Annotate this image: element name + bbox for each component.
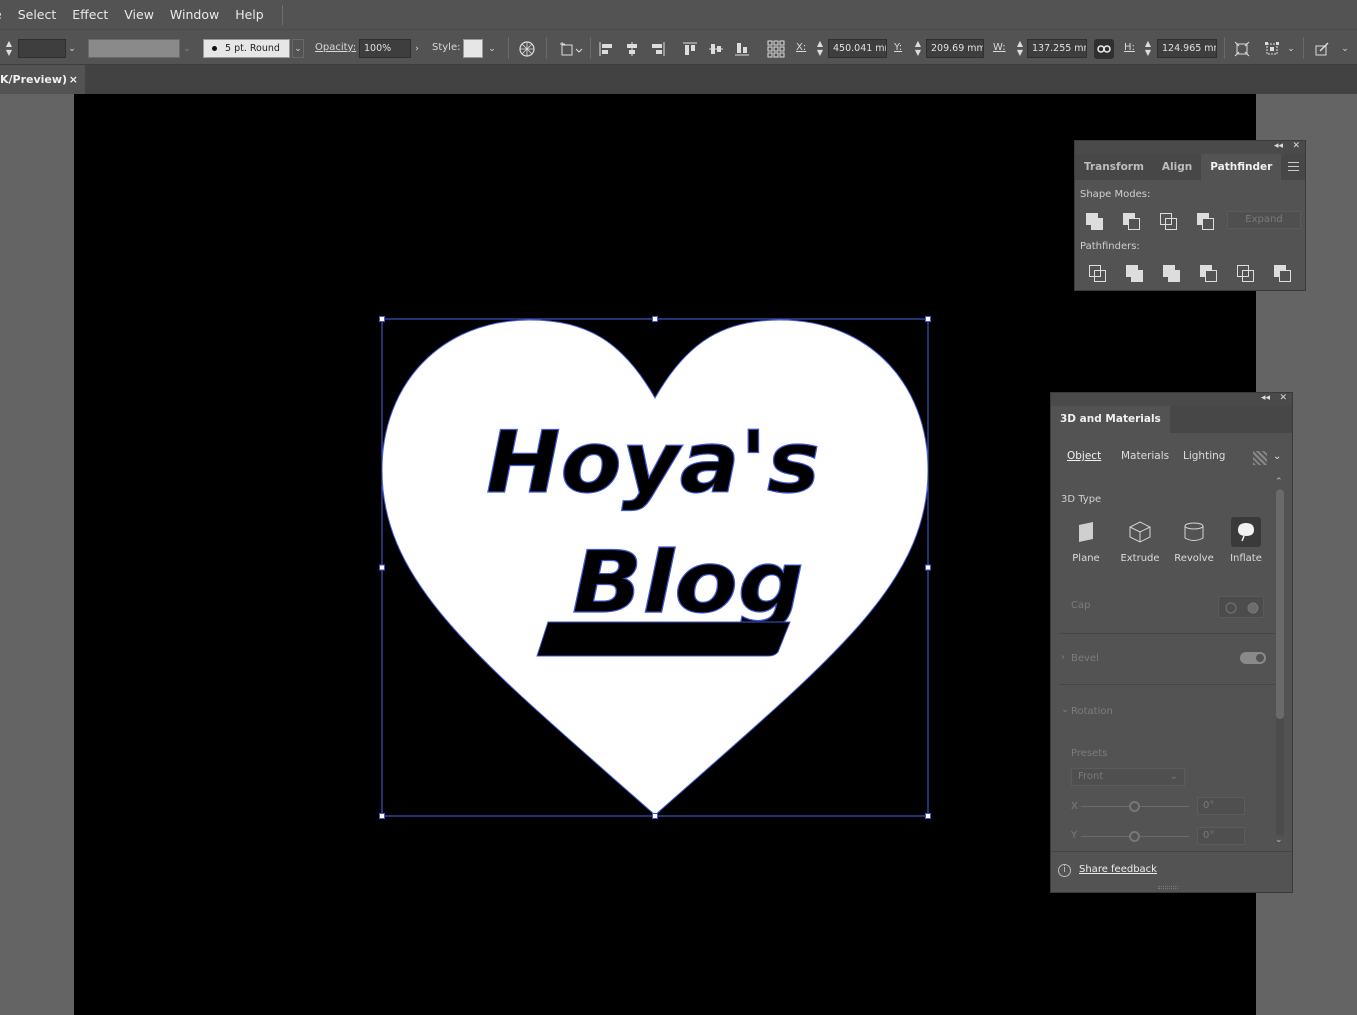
outline-icon[interactable] xyxy=(1237,265,1254,282)
rotation-x-value: 0° xyxy=(1203,800,1215,811)
type-plane-label: Plane xyxy=(1072,553,1100,564)
rotation-x-input[interactable]: 0° xyxy=(1197,797,1245,815)
panel-resize-grip[interactable] xyxy=(1158,886,1178,889)
bevel-expand-icon[interactable]: › xyxy=(1061,652,1065,663)
collapse-panel-icon[interactable]: ◂◂ xyxy=(1261,393,1270,403)
type-revolve-label: Revolve xyxy=(1174,553,1214,564)
pathfinder-panel: ◂◂ ✕ Transform Align Pathfinder Shape Mo… xyxy=(1074,140,1306,291)
type-extrude[interactable]: Extrude xyxy=(1120,517,1160,564)
trim-icon[interactable] xyxy=(1126,265,1143,282)
panel-tabs: Transform Align Pathfinder xyxy=(1075,154,1305,180)
divide-icon[interactable] xyxy=(1089,265,1106,282)
type-extrude-label: Extrude xyxy=(1120,553,1160,564)
presets-chevron-icon: ⌄ xyxy=(1169,771,1178,782)
plane-icon xyxy=(1071,517,1101,547)
type-inflate[interactable]: Inflate xyxy=(1226,517,1266,564)
logo-underline-bar xyxy=(536,621,791,657)
panel-tabs: 3D and Materials xyxy=(1051,406,1292,433)
panel-header: ◂◂ ✕ xyxy=(1051,393,1292,406)
expand-button[interactable]: Expand xyxy=(1227,211,1301,229)
scroll-down-icon[interactable]: ⌄ xyxy=(1275,835,1283,845)
crop-icon[interactable] xyxy=(1200,265,1217,282)
rotation-x-slider-thumb[interactable] xyxy=(1129,801,1140,812)
tab-3d-and-materials[interactable]: 3D and Materials xyxy=(1051,406,1170,433)
panel-header: ◂◂ ✕ xyxy=(1075,141,1305,154)
presets-label: Presets xyxy=(1071,748,1108,759)
exclude-icon[interactable] xyxy=(1197,213,1214,230)
3d-materials-panel: ◂◂ ✕ 3D and Materials Object Materials L… xyxy=(1050,392,1293,893)
rotation-x-label: X xyxy=(1071,801,1078,812)
bevel-toggle[interactable] xyxy=(1240,652,1266,664)
cap-toggle-group[interactable] xyxy=(1218,596,1264,618)
tab-pathfinder[interactable]: Pathfinder xyxy=(1201,154,1282,180)
type-inflate-label: Inflate xyxy=(1230,553,1262,564)
type-revolve[interactable]: Revolve xyxy=(1174,517,1214,564)
rotation-label: Rotation xyxy=(1071,706,1113,717)
extrude-icon xyxy=(1125,517,1155,547)
logo-line-1: Hoya's xyxy=(486,413,820,513)
render-dropdown-icon[interactable]: ⌄ xyxy=(1273,451,1281,462)
presets-value: Front xyxy=(1078,771,1104,782)
panel-menu-icon[interactable] xyxy=(1288,162,1299,171)
divider xyxy=(1059,633,1275,634)
presets-dropdown[interactable]: Front ⌄ xyxy=(1071,768,1185,786)
subtab-lighting[interactable]: Lighting xyxy=(1183,450,1225,462)
rotation-y-slider-thumb[interactable] xyxy=(1129,831,1140,842)
info-icon: i xyxy=(1058,864,1071,877)
shape-modes-label: Shape Modes: xyxy=(1080,189,1151,200)
pathfinders-label: Pathfinders: xyxy=(1080,241,1140,252)
rotation-y-value: 0° xyxy=(1203,830,1215,841)
tab-transform[interactable]: Transform xyxy=(1075,154,1153,180)
subtab-object[interactable]: Object xyxy=(1067,450,1101,462)
close-panel-icon[interactable]: ✕ xyxy=(1292,141,1300,151)
logo-line-2: Blog xyxy=(572,533,804,633)
panel-scrollbar[interactable] xyxy=(1276,489,1284,835)
tab-align[interactable]: Align xyxy=(1153,154,1201,180)
share-feedback-link[interactable]: Share feedback xyxy=(1079,864,1157,875)
close-panel-icon[interactable]: ✕ xyxy=(1279,393,1287,403)
bevel-label: Bevel xyxy=(1071,653,1099,664)
revolve-icon xyxy=(1179,517,1209,547)
divider xyxy=(1059,684,1275,685)
unite-icon[interactable] xyxy=(1086,213,1103,230)
inflate-icon xyxy=(1231,517,1261,547)
type-plane[interactable]: Plane xyxy=(1066,517,1106,564)
intersect-icon[interactable] xyxy=(1160,213,1177,230)
3d-type-label: 3D Type xyxy=(1061,494,1102,505)
panel-scrollbar-thumb[interactable] xyxy=(1276,489,1284,719)
collapse-panel-icon[interactable]: ◂◂ xyxy=(1274,141,1283,151)
cap-label: Cap xyxy=(1071,600,1091,611)
divider xyxy=(1051,851,1292,852)
rotation-y-input[interactable]: 0° xyxy=(1197,827,1245,845)
subtab-materials[interactable]: Materials xyxy=(1121,450,1169,462)
minus-back-icon[interactable] xyxy=(1274,265,1291,282)
minus-front-icon[interactable] xyxy=(1123,213,1140,230)
merge-icon[interactable] xyxy=(1163,265,1180,282)
render-preview-icon[interactable] xyxy=(1253,451,1267,465)
scroll-up-icon[interactable]: ⌃ xyxy=(1275,477,1283,487)
rotation-collapse-icon[interactable]: ⌄ xyxy=(1061,704,1069,715)
rotation-y-label: Y xyxy=(1071,830,1078,841)
